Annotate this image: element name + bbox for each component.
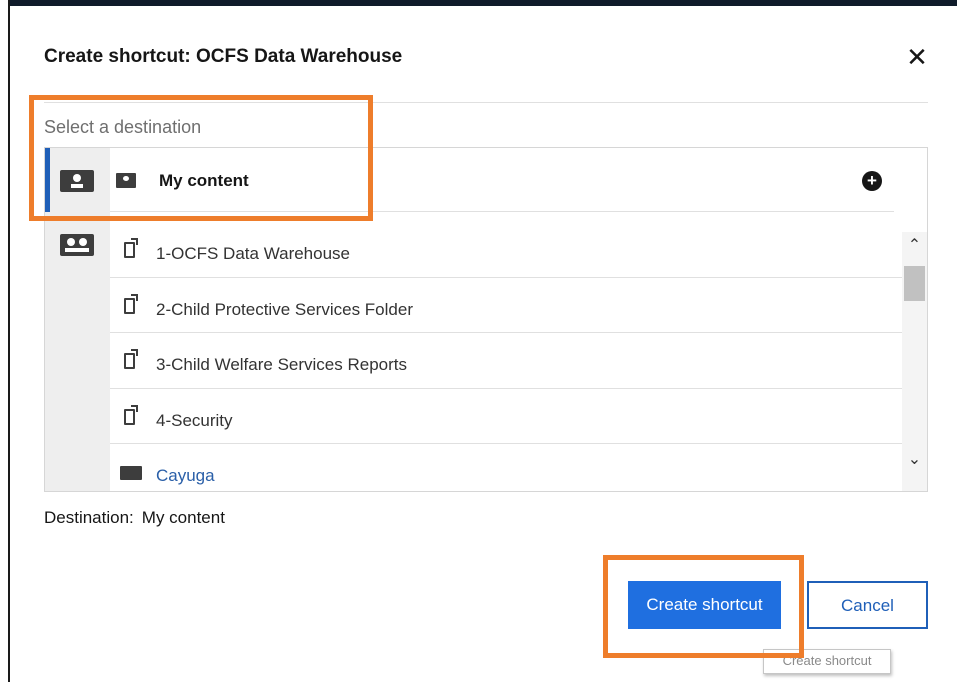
content-list: 1-OCFS Data Warehouse 2-Child Protective… — [110, 222, 902, 491]
add-circle-icon[interactable]: + — [862, 171, 882, 191]
side-rail — [45, 148, 110, 491]
shortcut-icon — [124, 349, 138, 369]
team-content-icon[interactable] — [60, 234, 94, 256]
window-left-edge — [0, 0, 10, 682]
create-shortcut-button[interactable]: Create shortcut — [628, 581, 781, 629]
title-divider — [44, 102, 928, 103]
list-item-label: 3-Child Welfare Services Reports — [156, 355, 407, 374]
create-shortcut-tooltip: Create shortcut — [763, 649, 891, 674]
select-destination-label: Select a destination — [44, 117, 202, 137]
close-button[interactable]: ✕ — [902, 42, 932, 72]
cancel-button[interactable]: Cancel — [807, 581, 928, 629]
list-item[interactable]: 2-Child Protective Services Folder — [110, 278, 902, 333]
destination-summary: Destination: My content — [44, 508, 225, 528]
folder-icon — [120, 466, 142, 480]
list-item[interactable]: 1-OCFS Data Warehouse — [110, 222, 902, 278]
close-icon: ✕ — [906, 42, 928, 72]
list-item-label: Cayuga — [156, 466, 215, 485]
shortcut-icon — [124, 238, 138, 258]
destination-label: Destination: — [44, 508, 134, 527]
current-folder-label: My content — [159, 171, 249, 190]
my-content-header: My content + — [110, 148, 894, 212]
list-item-label: 4-Security — [156, 410, 233, 430]
scroll-down-icon[interactable]: ⌄ — [902, 450, 927, 470]
rail-active-indicator — [45, 148, 50, 212]
scroll-thumb[interactable] — [904, 266, 925, 301]
destination-value: My content — [141, 508, 225, 527]
dialog-title: Create shortcut: OCFS Data Warehouse — [44, 46, 403, 67]
list-item[interactable]: 4-Security — [110, 389, 902, 444]
list-item[interactable]: 3-Child Welfare Services Reports — [110, 333, 902, 389]
scroll-up-icon[interactable]: ⌃ — [902, 236, 927, 256]
window-top-edge — [0, 0, 957, 6]
list-item[interactable]: Cayuga — [110, 444, 902, 491]
user-folder-icon — [116, 173, 136, 188]
shortcut-icon — [124, 404, 138, 425]
my-content-icon[interactable] — [60, 170, 94, 192]
list-item-label: 2-Child Protective Services Folder — [156, 299, 413, 319]
list-scrollbar[interactable]: ⌃ ⌄ — [902, 232, 927, 491]
list-item-label: 1-OCFS Data Warehouse — [156, 244, 350, 263]
shortcut-icon — [124, 293, 138, 314]
